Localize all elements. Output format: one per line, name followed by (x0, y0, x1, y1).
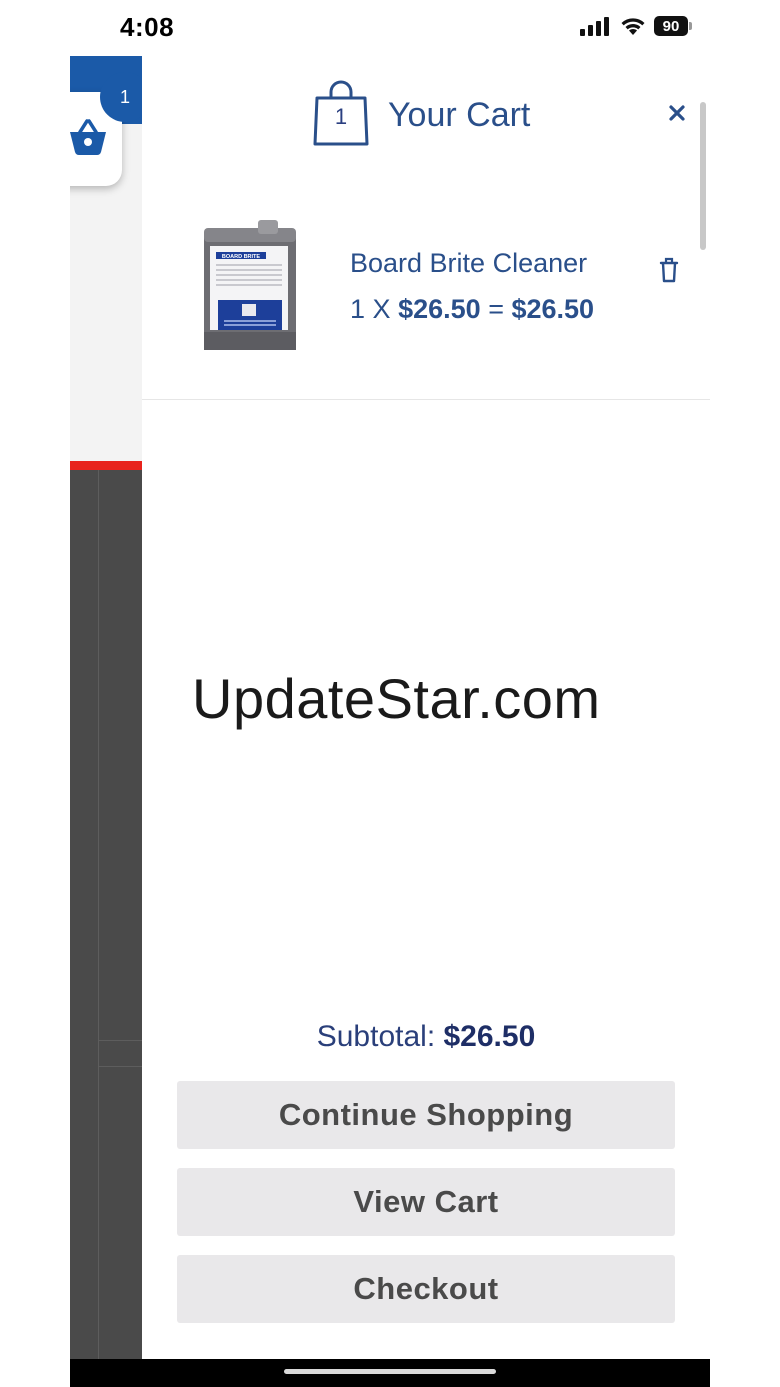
subtotal: Subtotal: $26.50 (142, 1020, 710, 1054)
cart-header: 1 Your Cart (142, 56, 710, 196)
cart-drawer: 1 Your Cart BOARD BRITE Board Brite Clea… (142, 56, 710, 1359)
checkout-button[interactable]: Checkout (177, 1255, 675, 1323)
view-cart-button[interactable]: View Cart (177, 1168, 675, 1236)
background-page: 1 (70, 56, 142, 1359)
cart-item-price: 1 X $26.50 = $26.50 (350, 294, 594, 325)
status-time: 4:08 (120, 12, 175, 42)
home-bar (70, 1359, 710, 1387)
item-equals-symbol: = (488, 294, 504, 324)
divider-line (98, 1066, 142, 1067)
continue-shopping-button[interactable]: Continue Shopping (177, 1081, 675, 1149)
cart-count-badge: 1 (100, 72, 142, 122)
item-line-total: $26.50 (511, 294, 595, 324)
red-divider (70, 461, 142, 470)
subtotal-value: $26.50 (443, 1020, 536, 1053)
battery-level: 90 (662, 17, 680, 35)
subtotal-label: Subtotal: (316, 1020, 436, 1053)
trash-icon[interactable] (658, 256, 680, 284)
battery-icon: 90 (654, 16, 692, 36)
item-times-symbol: X (372, 294, 391, 324)
home-indicator[interactable] (284, 1369, 496, 1374)
cart-item-name[interactable]: Board Brite Cleaner (350, 248, 587, 279)
product-label: BOARD BRITE (222, 254, 261, 260)
cart-item-count: 1 (334, 104, 348, 129)
background-content (70, 470, 142, 1359)
watermark-text: UpdateStar.com (192, 667, 601, 730)
item-unit-price: $26.50 (398, 294, 481, 324)
item-quantity: 1 (350, 294, 366, 324)
product-image[interactable]: BOARD BRITE (194, 220, 304, 356)
basket-icon (70, 119, 106, 155)
cart-title: Your Cart (388, 96, 531, 134)
status-icons: 90 (580, 16, 692, 36)
cart-item: BOARD BRITE Board Brite Cleaner 1 X $26.… (142, 206, 710, 400)
divider-line (98, 1040, 142, 1041)
cellular-signal-icon (580, 17, 609, 36)
wifi-icon (621, 18, 645, 35)
close-icon[interactable] (666, 102, 688, 124)
divider-line (98, 470, 99, 1359)
